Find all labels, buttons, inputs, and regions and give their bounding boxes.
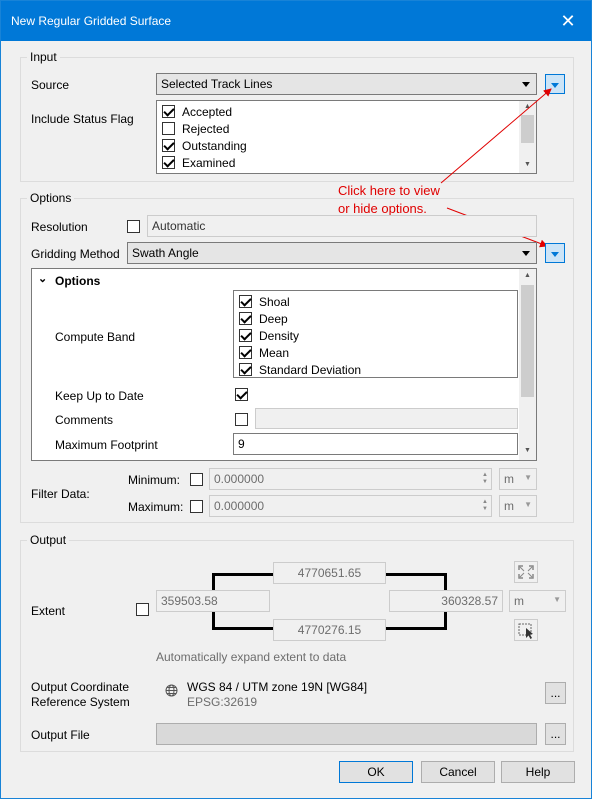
minimum-checkbox[interactable] xyxy=(190,473,203,486)
arrow-to-input-button xyxy=(440,88,552,184)
filter-data-label: Filter Data: xyxy=(31,487,90,501)
checkbox[interactable] xyxy=(239,312,252,325)
band-label: Deep xyxy=(259,312,288,326)
select-extent-button[interactable] xyxy=(514,619,538,641)
max-footprint-label: Maximum Footprint xyxy=(55,438,158,452)
gridding-method-select[interactable]: Swath Angle xyxy=(127,242,537,264)
chevron-down-icon xyxy=(522,251,530,256)
north-value: 4770651.65 xyxy=(297,566,362,580)
maximum-unit-select: m ▼ xyxy=(499,495,537,517)
east-field: 360328.57 xyxy=(389,590,503,612)
output-file-browse-button[interactable]: ... xyxy=(545,723,566,745)
cancel-button[interactable]: Cancel xyxy=(421,761,495,783)
options-group-title: Options xyxy=(27,191,75,205)
toggle-gridding-options-button[interactable] xyxy=(545,243,565,263)
collapse-chevron-icon[interactable]: ⌄ xyxy=(38,272,47,285)
checkbox[interactable] xyxy=(239,346,252,359)
crs-name: WGS 84 / UTM zone 19N [WG84] xyxy=(187,680,368,694)
band-label: Shoal xyxy=(259,295,290,309)
south-field: 4770276.15 xyxy=(273,619,386,641)
comments-label: Comments xyxy=(55,413,114,427)
resolution-field: Automatic xyxy=(147,215,537,237)
spin-icon: ▲ ▼ xyxy=(482,472,488,485)
cancel-label: Cancel xyxy=(439,765,477,779)
maximum-input: 0.000000 ▲ ▼ xyxy=(209,495,492,517)
ok-button[interactable]: OK xyxy=(339,761,413,783)
select-cursor-icon xyxy=(518,623,533,639)
help-button[interactable]: Help xyxy=(501,761,575,783)
max-footprint-input[interactable]: 9 xyxy=(233,433,518,455)
north-field: 4770651.65 xyxy=(273,562,386,584)
maximum-value: 0.000000 xyxy=(214,499,265,513)
extent-label: Extent xyxy=(31,604,66,618)
output-file-input[interactable] xyxy=(156,723,537,745)
crs-label-line-2: Reference System xyxy=(31,695,130,709)
extent-unit-select: m ▼ xyxy=(509,590,566,612)
scroll-up-icon[interactable]: ▲ xyxy=(524,272,531,279)
crs-browse-button[interactable]: ... xyxy=(545,682,566,704)
minimum-input: 0.000000 ▲ ▼ xyxy=(209,468,492,490)
keep-up-to-date-label: Keep Up to Date xyxy=(55,389,144,403)
expand-icon xyxy=(518,565,534,579)
maximum-checkbox[interactable] xyxy=(190,500,203,513)
minimum-label: Minimum: xyxy=(128,473,181,487)
resolution-label: Resolution xyxy=(31,220,88,234)
west-field: 359503.58 xyxy=(156,590,270,612)
minimum-unit: m xyxy=(504,472,514,486)
max-footprint-value: 9 xyxy=(238,437,245,451)
compute-band-label: Compute Band xyxy=(55,330,136,344)
options-panel-scrollbar[interactable]: ▲ ▼ xyxy=(519,269,536,460)
full-extent-button[interactable] xyxy=(514,561,538,583)
band-label: Density xyxy=(259,329,300,343)
checkbox[interactable] xyxy=(239,295,252,308)
output-group-title: Output xyxy=(27,533,70,547)
south-value: 4770276.15 xyxy=(297,623,362,637)
chevron-down-icon: ▼ xyxy=(524,500,532,509)
crs-code: EPSG:32619 xyxy=(187,695,258,709)
extent-unit: m xyxy=(514,594,524,608)
resolution-checkbox[interactable] xyxy=(127,220,140,233)
east-value: 360328.57 xyxy=(441,594,498,608)
help-label: Help xyxy=(525,765,551,779)
gridding-method-label: Gridding Method xyxy=(31,247,120,261)
browse-label: ... xyxy=(550,686,561,700)
chevron-down-icon: ▼ xyxy=(524,473,532,482)
triangle-down-icon xyxy=(551,252,559,257)
band-label: Mean xyxy=(259,346,290,360)
auto-expand-label: Automatically expand extent to data xyxy=(156,650,347,664)
browse-label: ... xyxy=(550,727,561,741)
chevron-down-icon: ▼ xyxy=(553,595,561,604)
compute-band-list: Shoal Deep Density Mean Standard Deviati… xyxy=(233,290,518,378)
options-panel-header: Options xyxy=(55,274,101,288)
maximum-label: Maximum: xyxy=(128,500,184,514)
options-panel: ⌄ Options Compute Band Shoal Deep Densit… xyxy=(31,268,537,461)
maximum-unit: m xyxy=(504,499,514,513)
ok-label: OK xyxy=(367,765,385,779)
scrollbar-thumb[interactable] xyxy=(521,285,534,397)
comments-checkbox[interactable] xyxy=(235,413,248,426)
spin-icon: ▲ ▼ xyxy=(482,499,488,512)
resolution-value: Automatic xyxy=(152,219,206,233)
extent-checkbox[interactable] xyxy=(136,603,149,616)
globe-icon xyxy=(165,684,178,697)
checkbox[interactable] xyxy=(239,363,252,376)
band-label: Standard Deviation xyxy=(259,363,362,377)
gridding-method-value: Swath Angle xyxy=(132,246,199,260)
keep-up-to-date-checkbox[interactable] xyxy=(235,388,248,401)
scroll-down-icon[interactable]: ▼ xyxy=(524,447,531,454)
crs-label-line-1: Output Coordinate xyxy=(31,680,130,694)
minimum-unit-select: m ▼ xyxy=(499,468,537,490)
checkbox[interactable] xyxy=(239,329,252,342)
minimum-value: 0.000000 xyxy=(214,472,265,486)
output-file-label: Output File xyxy=(31,728,90,742)
west-value: 359503.58 xyxy=(161,594,218,608)
comments-field xyxy=(255,408,518,429)
dialog-window: New Regular Gridded Surface ✕ Input Sour… xyxy=(0,0,592,799)
